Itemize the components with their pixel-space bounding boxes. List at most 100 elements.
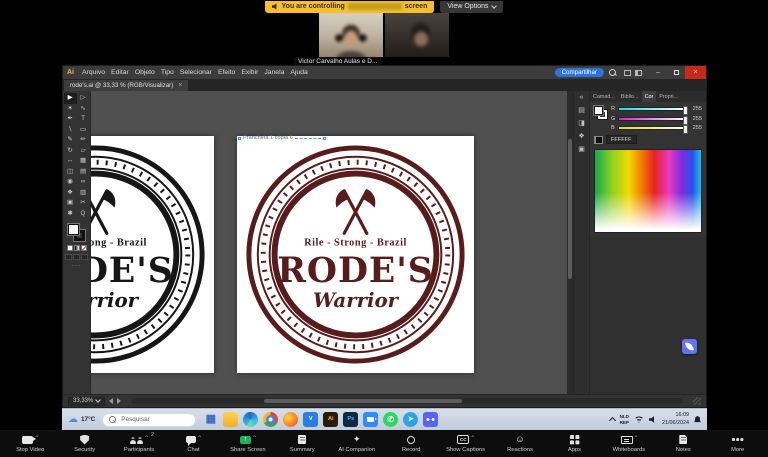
participants-button[interactable]: 2ˆ Participants xyxy=(112,430,166,457)
minimize-button[interactable]: – xyxy=(649,66,667,79)
hex-value-field[interactable]: FFFFFF xyxy=(606,135,637,144)
vscode-icon[interactable]: V xyxy=(303,412,319,427)
participant-video-2[interactable] xyxy=(385,13,449,57)
notes-button[interactable]: Notes xyxy=(656,430,710,457)
view-options-button[interactable]: View Options xyxy=(440,0,504,13)
tool-direct-selection[interactable]: ▷ xyxy=(77,93,90,104)
document-tab[interactable]: rode's.ai @ 33,33 % (RGB/Visualizar) × xyxy=(64,80,189,91)
selection-handle[interactable] xyxy=(322,136,326,140)
tool-hand[interactable]: ✱ xyxy=(64,209,77,220)
tool-free-transform[interactable]: ▦ xyxy=(77,156,90,167)
artboard-left[interactable]: Rile - Strong - Brazil RODE'S Warrior xyxy=(91,136,214,373)
tool-line[interactable]: ∖ xyxy=(64,125,77,136)
artboard-right[interactable]: Prancheta 1 cópia 6 Rile - Strong - Braz… xyxy=(237,135,474,373)
tool-rotate[interactable]: ↻ xyxy=(64,146,77,157)
hidden-icons-chevron[interactable] xyxy=(608,416,616,425)
color-button[interactable] xyxy=(66,245,73,251)
lightshot-icon[interactable] xyxy=(682,339,697,354)
panel-fill-swatch[interactable] xyxy=(594,106,603,115)
horizontal-scrollbar[interactable] xyxy=(131,398,683,404)
search-icon[interactable] xyxy=(609,68,617,77)
artboard-prev-icon[interactable] xyxy=(109,398,114,404)
tool-magic-wand[interactable]: ✶ xyxy=(64,104,77,115)
tool-blend[interactable]: ∞ xyxy=(77,177,90,188)
tab-close-icon[interactable]: × xyxy=(178,82,182,89)
ai-companion-button[interactable]: ✦ AI Companion xyxy=(330,430,384,457)
chevron-up-icon[interactable]: ˆ xyxy=(198,435,201,443)
blue-slider[interactable] xyxy=(617,125,689,134)
tool-gradient[interactable]: ▤ xyxy=(77,167,90,178)
reactions-button[interactable]: ☺ Reactions xyxy=(493,430,547,457)
none-button[interactable] xyxy=(80,245,87,251)
edge-icon[interactable] xyxy=(243,412,259,427)
tab-camadas[interactable]: Camad... xyxy=(590,91,618,102)
whatsapp-icon[interactable]: ✆ xyxy=(383,412,399,427)
file-explorer-icon[interactable] xyxy=(223,412,239,427)
tool-graph[interactable]: ▥ xyxy=(77,188,90,199)
fill-swatch[interactable] xyxy=(68,224,79,235)
draw-normal-button[interactable] xyxy=(65,254,72,260)
illustrator-taskbar-icon[interactable]: Ai xyxy=(323,412,339,427)
volume-icon[interactable] xyxy=(649,416,654,423)
apps-button[interactable]: Apps xyxy=(547,430,601,457)
show-captions-button[interactable]: CC ˆ Show Captions xyxy=(438,430,492,457)
tool-shape-builder[interactable]: ◫ xyxy=(64,167,77,178)
menu-exibir[interactable]: Exibir xyxy=(241,69,258,76)
wifi-icon[interactable] xyxy=(634,416,645,423)
language-indicator[interactable]: NLD REP xyxy=(620,414,629,425)
artboard-name-label[interactable]: Prancheta 1 cópia 6 xyxy=(238,135,326,141)
gradient-button[interactable] xyxy=(73,245,80,251)
close-button[interactable]: × xyxy=(685,66,706,79)
participant-video-1[interactable] xyxy=(319,13,383,57)
tool-slice[interactable]: ✂ xyxy=(77,198,90,209)
menu-janela[interactable]: Janela xyxy=(264,69,284,76)
tab-cor[interactable]: Cor xyxy=(641,91,657,102)
symbols-panel-icon[interactable]: ❖ xyxy=(578,132,584,140)
weather-widget[interactable]: ☁ 17°C xyxy=(68,414,95,425)
tool-paintbrush[interactable]: ✎ xyxy=(64,135,77,146)
chevron-up-icon[interactable]: ˆ xyxy=(145,435,148,443)
summary-button[interactable]: Summary xyxy=(275,430,329,457)
draw-inside-button[interactable] xyxy=(81,254,88,260)
zoom-level-dropdown[interactable]: 33,33% xyxy=(68,396,106,406)
swatches-panel-icon[interactable]: ◨ xyxy=(578,119,585,127)
panel-fill-stroke-swatch[interactable] xyxy=(594,106,607,119)
tool-zoom[interactable]: Q xyxy=(77,209,90,220)
menu-objeto[interactable]: Objeto xyxy=(135,69,155,76)
horizontal-scrollbar-thumb[interactable] xyxy=(263,399,463,403)
photoshop-taskbar-icon[interactable]: Ps xyxy=(343,412,359,427)
tool-pencil[interactable]: ✏ xyxy=(77,135,90,146)
red-slider[interactable] xyxy=(618,106,688,115)
vertical-scrollbar-thumb[interactable] xyxy=(568,139,572,279)
tool-rectangle[interactable]: ▭ xyxy=(77,125,90,136)
green-value[interactable]: 255 xyxy=(691,116,702,122)
security-button[interactable]: Security xyxy=(57,430,111,457)
tool-type[interactable]: T xyxy=(77,114,90,125)
telegram-icon[interactable]: ➤ xyxy=(403,412,419,427)
menu-editar[interactable]: Editar xyxy=(111,69,129,76)
menu-arquivo[interactable]: Arquivo xyxy=(82,69,105,76)
record-button[interactable]: Record xyxy=(384,430,438,457)
share-document-button[interactable]: Compartilhar xyxy=(554,68,604,77)
canvas[interactable]: Rile - Strong - Brazil RODE'S Warrior Pr… xyxy=(91,91,573,394)
color-spectrum-picker[interactable] xyxy=(594,149,702,233)
tool-width[interactable]: ↔ xyxy=(64,156,77,167)
menu-tipo[interactable]: Tipo xyxy=(161,69,174,76)
stop-video-button[interactable]: ˆ Stop Video xyxy=(3,430,57,457)
artboards-panel-icon[interactable]: ▣ xyxy=(578,145,585,153)
zoom-app-icon[interactable] xyxy=(363,412,379,427)
layers-panel-icon[interactable]: ▤ xyxy=(578,106,585,114)
green-slider[interactable] xyxy=(618,115,688,125)
share-screen-button[interactable]: ↑ ˆ Share Screen xyxy=(221,430,275,457)
collapse-panels-icon[interactable]: « xyxy=(580,94,584,101)
chrome-icon[interactable] xyxy=(263,412,279,427)
tool-artboard[interactable]: ▣ xyxy=(64,198,77,209)
selection-handle[interactable] xyxy=(238,136,241,140)
red-value[interactable]: 255 xyxy=(691,106,702,112)
draw-behind-button[interactable] xyxy=(73,254,80,260)
arrange-documents-icon[interactable] xyxy=(624,69,631,76)
tool-selection[interactable]: ▶ xyxy=(63,93,77,104)
tab-propriedades[interactable]: Propri... xyxy=(656,91,681,102)
edit-toolbar-icon[interactable]: ··· xyxy=(72,263,81,269)
bw-default-swatch[interactable] xyxy=(594,135,603,144)
